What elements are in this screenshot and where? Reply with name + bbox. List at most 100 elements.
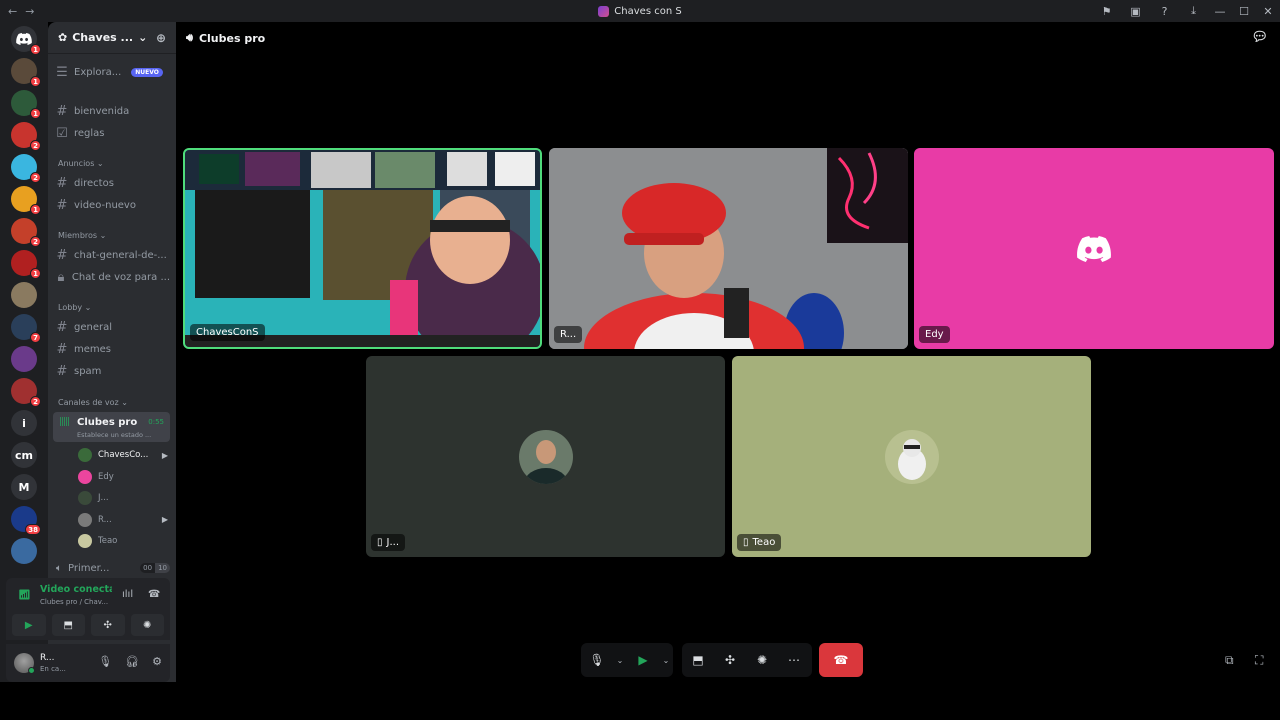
maximize-button[interactable]: ☐ (1232, 5, 1256, 18)
server-icon[interactable]: 1 (11, 58, 41, 87)
video-tile-chavescons[interactable]: ChavesConS (183, 148, 542, 349)
server-icon[interactable]: M (11, 474, 37, 500)
server-icon[interactable]: 2 (11, 218, 41, 247)
video-tile-teao[interactable]: ▯ Teao (732, 356, 1091, 557)
server-icon[interactable]: 1 (11, 250, 41, 279)
rules-icon: ☑ (56, 125, 68, 141)
video-tile-r[interactable]: R... (549, 148, 908, 349)
channel-label: video-nuevo (74, 199, 136, 211)
voice-user-name: Teao (98, 536, 118, 546)
flag-icon[interactable]: ⚑ (1092, 5, 1121, 18)
explore-channels[interactable]: ☰ Explora... NUEVO (56, 62, 170, 82)
soundboard-button[interactable]: ✺ (746, 643, 778, 677)
voice-user[interactable]: ChavesCo... ▶ (78, 445, 168, 465)
activities-button[interactable]: ✣ (714, 643, 746, 677)
server-icon[interactable] (11, 282, 37, 308)
voice-user[interactable]: Edy (78, 467, 168, 487)
discord-home-icon[interactable]: 1 (11, 26, 41, 55)
close-button[interactable]: ✕ (1256, 5, 1280, 18)
disconnect-button[interactable]: ☎︎ (819, 643, 863, 677)
headphones-icon[interactable]: 🎧︎ (125, 655, 139, 668)
voice-channel-clubes-pro[interactable]: ||||| Clubes pro 0:55 Establece un estad… (53, 412, 170, 442)
voice-user[interactable]: R... ▶ (78, 510, 168, 530)
voice-connection-panel: 📶︎ Video conectado Clubes pro / Chav... … (6, 578, 170, 640)
video-tile-edy[interactable]: Edy (914, 148, 1274, 349)
avatar (884, 429, 939, 484)
screen-share-button[interactable]: ⬒ (51, 614, 85, 636)
microphone-button[interactable]: 🎙︎ (581, 643, 613, 677)
explore-label: Explora... (74, 66, 122, 78)
server-icon[interactable]: cm (11, 442, 37, 468)
server-icon[interactable]: 2 (11, 154, 41, 183)
signal-icon[interactable]: 📶︎ (18, 590, 31, 601)
activities-button[interactable]: ✣ (91, 614, 125, 636)
channel-general[interactable]: # general (56, 317, 170, 337)
more-options-button[interactable]: ⋯ (778, 643, 810, 677)
server-icon[interactable]: 2 (11, 122, 41, 151)
voice-user[interactable]: J... (78, 488, 168, 508)
soundboard-button[interactable]: ✺ (130, 614, 164, 636)
channel-label: reglas (74, 127, 105, 139)
server-icon[interactable]: 38 (11, 506, 41, 535)
fullscreen-icon[interactable]: ⛶ (1255, 653, 1263, 668)
lock-icon: 🔒︎ (57, 269, 65, 285)
server-icon[interactable] (11, 346, 37, 372)
mobile-icon: ▯ (743, 537, 749, 548)
server-header[interactable]: ✿ Chaves ... ⌄ ⊕ (48, 22, 176, 54)
disconnect-icon[interactable]: ☎︎ (148, 589, 160, 600)
channel-chat-de-voz[interactable]: 🔒︎ Chat de voz para ... (56, 267, 170, 287)
channel-memes[interactable]: # memes (56, 339, 170, 359)
minimize-button[interactable]: — (1208, 5, 1232, 18)
channel-spam[interactable]: # spam (56, 361, 170, 381)
gear-icon[interactable]: ⚙ (152, 655, 162, 668)
help-icon[interactable]: ? (1150, 5, 1179, 18)
voice-user[interactable]: Teao (78, 531, 168, 551)
category-lobby[interactable]: Lobby ⌄ (58, 303, 91, 312)
media-controls: 🎙︎ ⌄ ▶ ⌄ (581, 643, 673, 677)
server-icon[interactable] (11, 538, 37, 564)
avatar (78, 469, 92, 484)
camera-options-chevron-icon[interactable]: ⌄ (659, 643, 673, 677)
chat-bubble-icon[interactable]: 💬︎ (1251, 30, 1268, 45)
microphone-icon[interactable]: 🎙︎ (98, 655, 112, 668)
browse-icon: ☰ (56, 64, 68, 80)
hash-icon: # (56, 319, 68, 335)
participant-name-tag: ChavesConS (190, 324, 265, 341)
channel-bienvenida[interactable]: # bienvenida (56, 101, 170, 121)
mobile-icon: ▯ (377, 537, 383, 548)
screen-share-button[interactable]: ⬒ (682, 643, 714, 677)
server-icon[interactable]: 2 (11, 378, 41, 407)
voice-status-text[interactable]: Video conectado (40, 584, 112, 595)
username[interactable]: R... (40, 653, 55, 663)
server-icon[interactable]: 1 (11, 186, 41, 215)
camera-button[interactable]: ▶ (627, 643, 659, 677)
window-title-text: Chaves con S (614, 5, 682, 17)
category-voz[interactable]: Canales de voz ⌄ (58, 398, 128, 407)
popout-icon[interactable]: ⧉ (1225, 653, 1234, 668)
channel-directos[interactable]: # directos (56, 173, 170, 193)
stage-header: 🔊︎ Clubes pro 💬︎ (176, 22, 1280, 54)
server-icon[interactable]: i (11, 410, 37, 436)
channel-video-nuevo[interactable]: # video-nuevo (56, 195, 170, 215)
video-tile-j[interactable]: ▯ J... (366, 356, 725, 557)
hash-icon: # (56, 103, 68, 119)
voice-location[interactable]: Clubes pro / Chav... (40, 598, 108, 606)
add-member-icon[interactable]: ⊕ (156, 31, 166, 45)
channel-label: bienvenida (74, 105, 130, 117)
server-icon[interactable]: 7 (11, 314, 41, 343)
voice-channel-primer[interactable]: 🔈︎ Primer... 00 10 (56, 558, 170, 578)
voice-channel-name: Clubes pro (77, 417, 138, 428)
download-icon[interactable]: ⤓ (1179, 4, 1208, 18)
mic-options-chevron-icon[interactable]: ⌄ (613, 643, 627, 677)
screen-icon[interactable]: ▣ (1121, 5, 1150, 18)
channel-reglas[interactable]: ☑ reglas (56, 123, 170, 143)
category-anuncios[interactable]: Anuncios ⌄ (58, 159, 104, 168)
channel-chat-general[interactable]: # chat-general-de-... (56, 245, 170, 265)
participant-name-tag: Edy (919, 326, 950, 343)
noise-suppression-icon[interactable]: ılıl (122, 589, 133, 600)
category-miembros[interactable]: Miembros ⌄ (58, 231, 106, 240)
camera-button[interactable]: ▶ (12, 614, 46, 636)
unread-badge: 2 (30, 236, 41, 247)
server-icon[interactable]: 1 (11, 90, 41, 119)
channel-label: Primer... (68, 562, 110, 574)
